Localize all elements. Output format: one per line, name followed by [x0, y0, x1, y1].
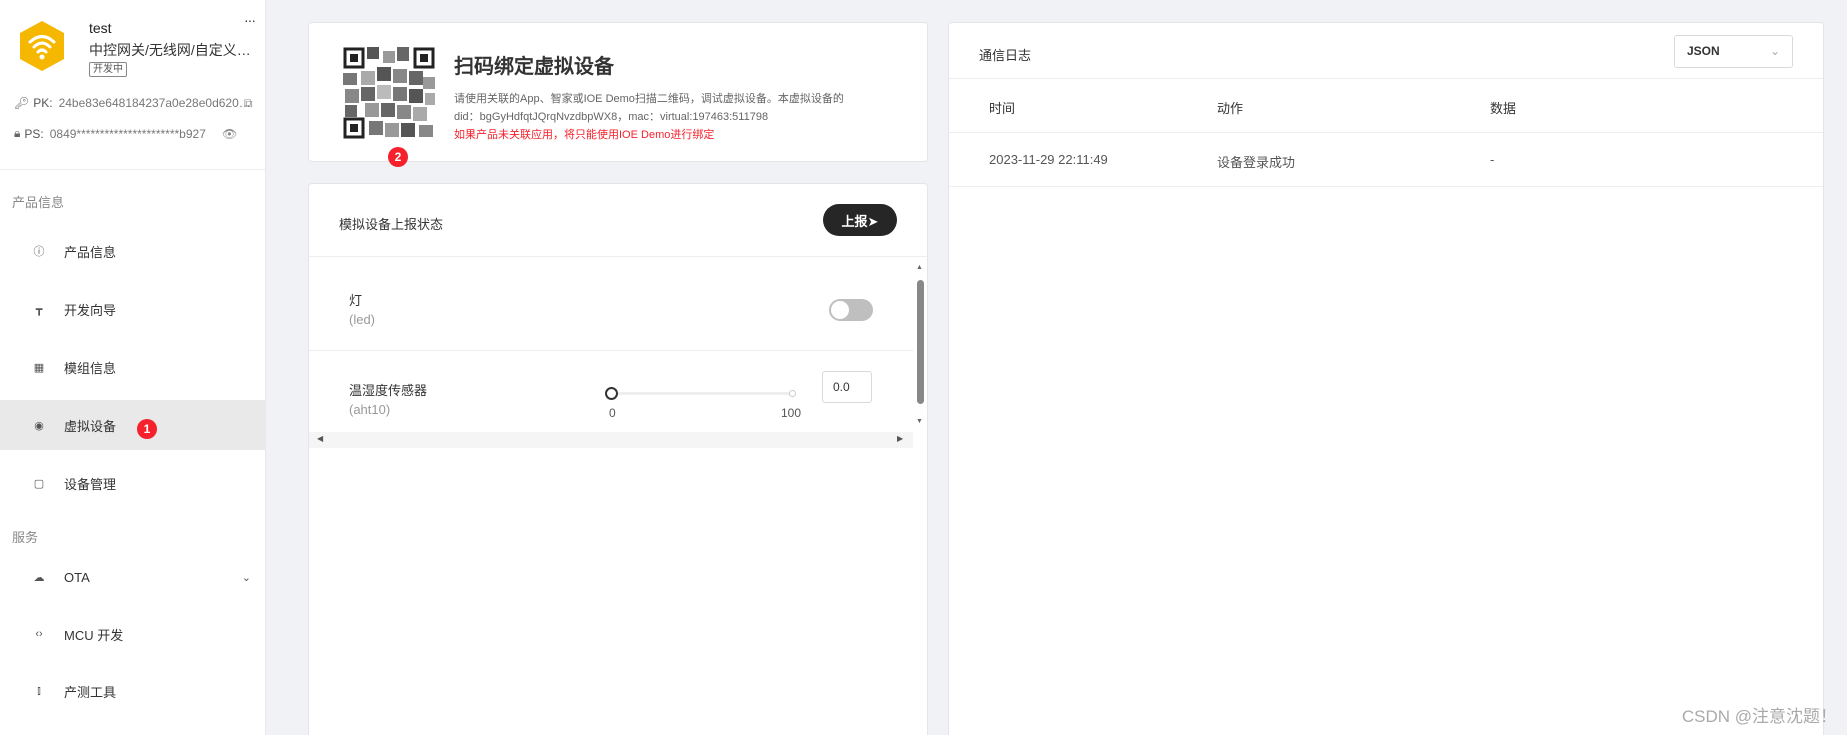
- signpost-icon: ┳: [35, 303, 43, 316]
- info-icon: ⓘ: [33, 246, 45, 258]
- qr-desc-line1: 请使用关联的App、智家或IOE Demo扫描二维码，调试虚拟设备。本虚拟设备的: [454, 93, 844, 105]
- column-header-data: 数据: [1490, 101, 1517, 116]
- sidebar-item-module-info[interactable]: ▦ 模组信息: [0, 342, 265, 392]
- qr-card-description: 请使用关联的App、智家或IOE Demo扫描二维码，调试虚拟设备。本虚拟设备的…: [454, 90, 914, 144]
- prop-name: 温湿度传感器: [349, 383, 428, 398]
- toggle-knob: [831, 301, 849, 319]
- section-title-product: 产品信息: [12, 195, 65, 210]
- prop-identifier: (led): [349, 312, 376, 327]
- pk-value: 24be83e648184237a0e28e0d620…: [58, 96, 251, 110]
- prop-name: 灯: [349, 293, 363, 308]
- slider-handle[interactable]: [605, 387, 618, 400]
- prop-row-aht10: 温湿度传感器 (aht10) 0 100 0.0: [309, 351, 913, 431]
- more-options-button[interactable]: ···: [244, 12, 256, 28]
- cell-time: 2023-11-29 22:11:49: [989, 152, 1108, 167]
- sidebar-item-test-tool[interactable]: ⫾ 产测工具: [0, 666, 265, 716]
- scroll-up-arrow-icon[interactable]: ▲: [916, 264, 923, 271]
- test-tube-icon: ⫾: [37, 684, 41, 697]
- ps-value: 0849**********************b927: [49, 126, 206, 141]
- format-select-value: JSON: [1687, 44, 1720, 58]
- log-header: 通信日志 JSON ⌄: [949, 23, 1823, 79]
- step-badge-2: 2: [388, 147, 408, 167]
- vertical-scrollbar[interactable]: ▲ ▼: [914, 264, 926, 429]
- sidebar-item-label: 虚拟设备: [64, 418, 117, 434]
- cell-action: 设备登录成功: [1217, 155, 1296, 170]
- log-title: 通信日志: [979, 48, 1032, 63]
- sidebar: test ··· 中控网关/无线网/自定义… 开发中 🔑︎ PK: 24be83…: [0, 0, 266, 735]
- clipboard-icon: ▢: [33, 477, 45, 490]
- product-name: test: [89, 20, 112, 36]
- globe-icon: ◉: [34, 419, 44, 432]
- chevron-down-icon: ⌄: [1769, 44, 1780, 58]
- qr-bind-card: 2 扫码绑定虚拟设备 请使用关联的App、智家或IOE Demo扫描二维码，调试…: [308, 22, 928, 167]
- table-row: 2023-11-29 22:11:49 设备登录成功 -: [949, 133, 1823, 187]
- log-table-header: 时间 动作 数据: [949, 79, 1823, 133]
- sim-report-card: 模拟设备上报状态 上报➤ 灯 (led) 温湿度传感器 (aht10) 0 10…: [308, 183, 928, 735]
- sidebar-item-product-info[interactable]: ⓘ 产品信息: [0, 226, 265, 276]
- wifi-logo-icon: [20, 21, 64, 71]
- led-toggle[interactable]: [829, 299, 873, 321]
- step-badge-1: 1: [137, 419, 157, 439]
- sidebar-item-virtual-device[interactable]: ◉ 虚拟设备 1: [0, 400, 265, 450]
- product-header: test ··· 中控网关/无线网/自定义… 开发中 🔑︎ PK: 24be83…: [0, 0, 265, 170]
- scroll-thumb[interactable]: [917, 280, 924, 404]
- qr-warning-text: 如果产品未关联应用，将只能使用IOE Demo进行绑定: [454, 129, 715, 141]
- sim-card-header: 模拟设备上报状态 上报➤: [309, 184, 927, 257]
- report-button[interactable]: 上报➤: [823, 204, 897, 236]
- sidebar-item-label: 产测工具: [64, 684, 117, 700]
- sidebar-item-label: 设备管理: [64, 476, 117, 492]
- cloud-upload-icon: ☁: [33, 571, 45, 584]
- sidebar-item-label: 产品信息: [64, 244, 117, 260]
- sidebar-item-label: OTA: [64, 569, 90, 585]
- grid-icon: ▦: [33, 361, 45, 374]
- product-category: 中控网关/无线网/自定义…: [89, 42, 251, 58]
- format-select[interactable]: JSON ⌄: [1674, 35, 1793, 68]
- pk-label: PK:: [33, 96, 53, 110]
- sim-card-title: 模拟设备上报状态: [339, 217, 444, 232]
- eye-icon[interactable]: 👁︎: [222, 127, 237, 141]
- ps-row: 🔒︎ PS: 0849**********************b927 👁︎: [14, 126, 264, 141]
- slider-track[interactable]: [611, 392, 793, 395]
- sidebar-item-dev-guide[interactable]: ┳ 开发向导: [0, 284, 265, 334]
- comm-log-card: 通信日志 JSON ⌄ 时间 动作 数据 2023-11-29 22:11:49…: [948, 22, 1824, 735]
- prop-row-led: 灯 (led): [309, 258, 913, 351]
- slider-min-label: 0: [609, 406, 616, 420]
- status-badge: 开发中: [89, 62, 127, 77]
- slider-end-marker: [789, 390, 796, 397]
- chevron-down-icon[interactable]: ⌄: [242, 571, 251, 584]
- aht10-value-input[interactable]: 0.0: [822, 371, 872, 403]
- section-title-service: 服务: [12, 530, 39, 545]
- sidebar-item-label: MCU 开发: [64, 627, 124, 643]
- scroll-left-arrow-icon[interactable]: ◀: [317, 434, 323, 443]
- key-icon: 🔑︎: [14, 96, 30, 110]
- scroll-down-arrow-icon[interactable]: ▼: [916, 418, 923, 425]
- ps-label: PS:: [24, 126, 44, 141]
- qr-card-title: 扫码绑定虚拟设备: [454, 56, 614, 78]
- slider-max-label: 100: [781, 406, 802, 420]
- column-header-action: 动作: [1217, 101, 1244, 116]
- lock-icon: 🔒︎: [14, 126, 21, 140]
- sidebar-item-mcu[interactable]: ‹› MCU 开发: [0, 609, 265, 659]
- scroll-right-arrow-icon[interactable]: ▶: [897, 434, 903, 443]
- sidebar-item-label: 开发向导: [64, 302, 117, 318]
- horizontal-scrollbar[interactable]: ◀ ▶: [309, 432, 913, 448]
- qr-code-image: [339, 43, 439, 143]
- copy-icon[interactable]: ⧉: [244, 96, 253, 111]
- sidebar-item-ota[interactable]: ☁ OTA ⌄: [0, 552, 265, 602]
- pk-row: 🔑︎ PK: 24be83e648184237a0e28e0d620… ⧉: [14, 96, 264, 111]
- sidebar-item-device-manage[interactable]: ▢ 设备管理: [0, 458, 265, 508]
- column-header-time: 时间: [989, 101, 1016, 116]
- prop-identifier: (aht10): [349, 402, 391, 417]
- cell-data: -: [1490, 152, 1495, 167]
- qr-desc-line2: did：bgGyHdfqtJQrqNvzdbpWX8，mac：virtual:1…: [454, 111, 769, 123]
- sidebar-item-label: 模组信息: [64, 360, 117, 376]
- watermark: CSDN @注意沈题！: [1681, 707, 1837, 726]
- code-icon: ‹›: [35, 628, 43, 640]
